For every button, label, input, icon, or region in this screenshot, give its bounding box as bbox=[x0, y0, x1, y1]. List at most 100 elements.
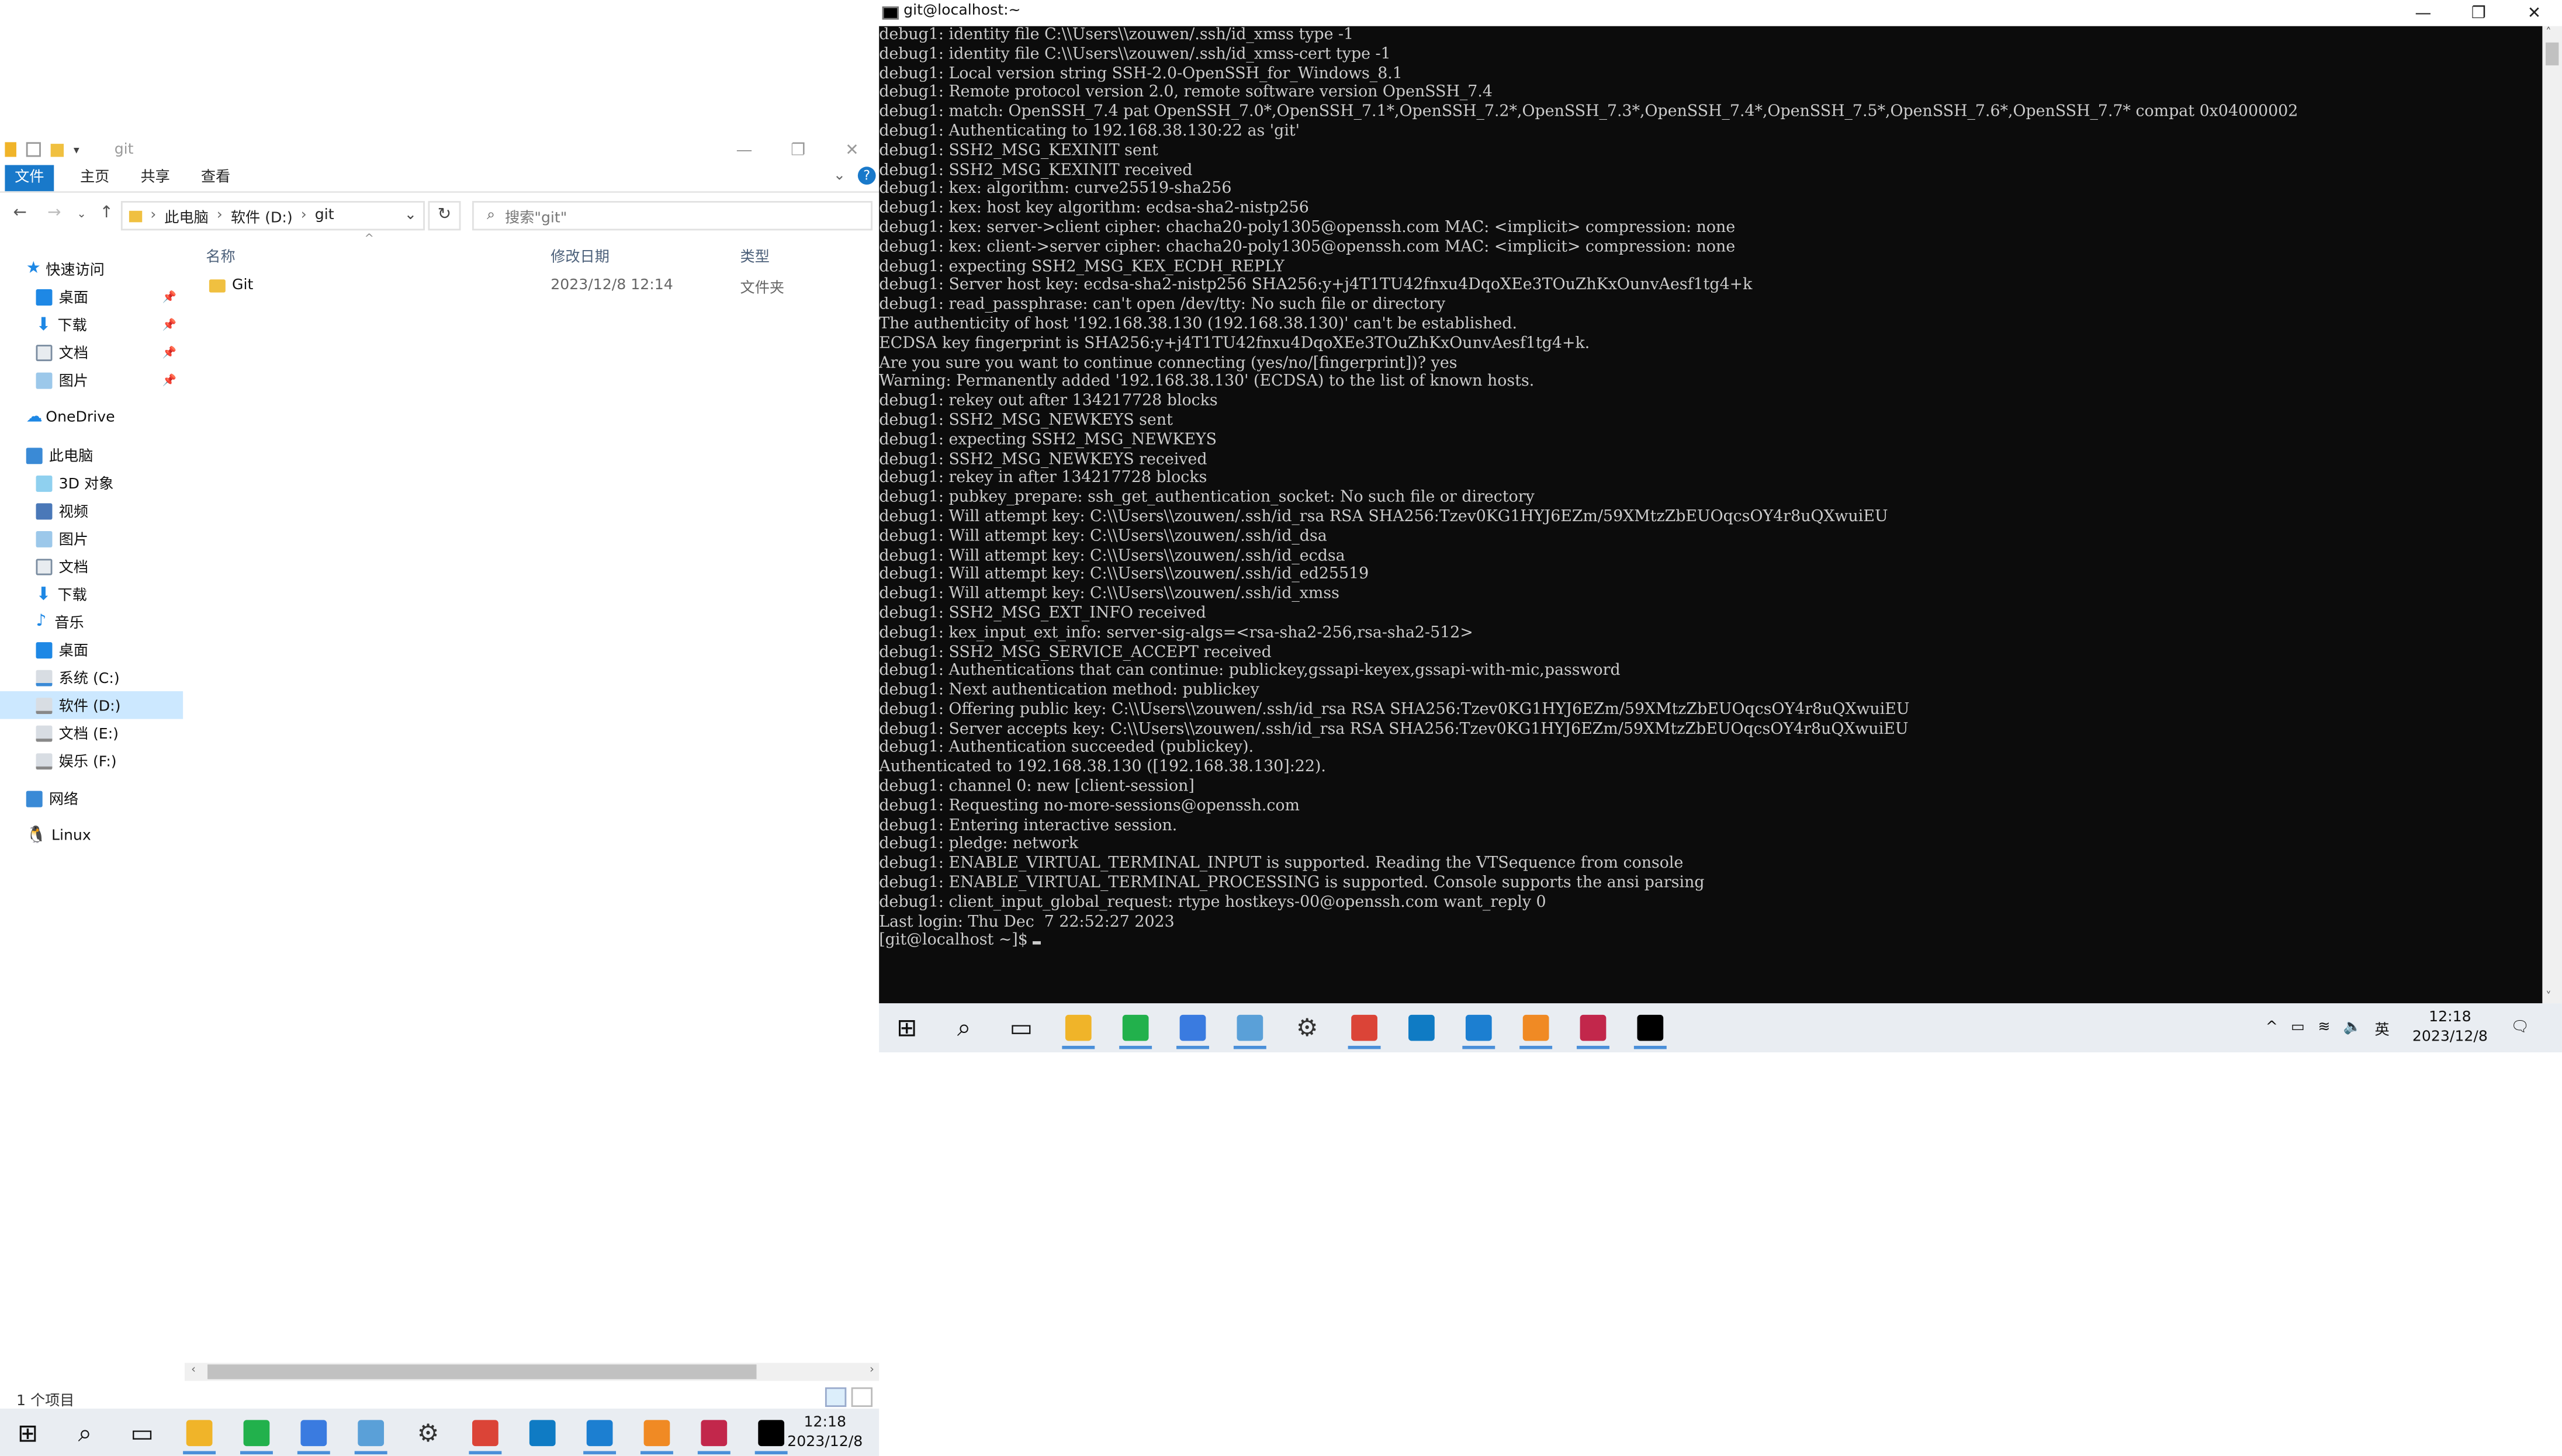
sidebar-item-pictures[interactable]: 图片 📌 bbox=[0, 366, 183, 394]
taskbar-snipping-button[interactable] bbox=[1572, 1010, 1615, 1049]
file-explorer-icon bbox=[186, 1419, 213, 1445]
sidebar-item-drive-e[interactable]: 文档 (E:) bbox=[0, 719, 183, 747]
tab-view[interactable]: 查看 bbox=[191, 165, 240, 191]
tab-share[interactable]: 共享 bbox=[131, 165, 180, 191]
taskbar-virtualbox-button[interactable] bbox=[1515, 1010, 1557, 1049]
close-button[interactable]: ✕ bbox=[825, 137, 879, 165]
scroll-up-icon[interactable]: ˄ bbox=[2546, 26, 2551, 39]
forward-arrow-icon[interactable]: → bbox=[47, 204, 61, 223]
clock[interactable]: 12:18 2023/12/8 bbox=[787, 1413, 863, 1452]
taskbar-wechat-button[interactable] bbox=[236, 1415, 278, 1454]
breadcrumb-git[interactable]: git bbox=[315, 207, 334, 224]
sidebar-item-onedrive[interactable]: ☁ OneDrive bbox=[0, 404, 183, 432]
help-icon[interactable]: ? bbox=[857, 167, 876, 185]
sidebar-item-this-pc[interactable]: 此电脑 bbox=[0, 441, 183, 469]
chevron-down-icon[interactable]: ⌄ bbox=[404, 207, 417, 224]
sidebar-item-network[interactable]: 网络 bbox=[0, 784, 183, 812]
taskbar-task-view-button[interactable]: ▭ bbox=[1000, 1010, 1043, 1046]
file-row[interactable]: Git 2023/12/8 12:14 文件夹 bbox=[185, 271, 879, 300]
properties-icon[interactable] bbox=[26, 142, 41, 157]
taskbar-terminal-button[interactable] bbox=[1629, 1010, 1672, 1049]
restore-button[interactable]: ❐ bbox=[2451, 0, 2506, 26]
taskbar-task-view-button[interactable]: ▭ bbox=[121, 1415, 164, 1451]
chevron-down-icon[interactable]: ⌄ bbox=[833, 168, 846, 185]
taskbar-baidu-netdisk-button[interactable] bbox=[292, 1415, 335, 1454]
volume-icon[interactable]: 🔈 bbox=[2343, 1020, 2362, 1036]
sidebar-item-music[interactable]: ♪ 音乐 bbox=[0, 608, 183, 636]
column-header-name[interactable]: 名称 bbox=[206, 245, 235, 266]
new-folder-icon[interactable] bbox=[50, 143, 64, 157]
search-input[interactable]: ⌕ 搜索"git" bbox=[472, 201, 873, 231]
taskbar-chrome-button[interactable] bbox=[464, 1415, 507, 1454]
sidebar-item-drive-f[interactable]: 娱乐 (F:) bbox=[0, 747, 183, 775]
taskbar-settings-button[interactable]: ⚙ bbox=[1286, 1010, 1328, 1046]
chevron-up-icon[interactable]: ^ bbox=[2266, 1020, 2278, 1036]
sidebar-item-desktop[interactable]: 桌面 bbox=[0, 636, 183, 664]
sidebar-item-pictures[interactable]: 图片 bbox=[0, 525, 183, 553]
taskbar-snipping-button[interactable] bbox=[693, 1415, 735, 1454]
sidebar-item-documents[interactable]: 文档 bbox=[0, 552, 183, 580]
minimize-button[interactable]: — bbox=[2395, 0, 2451, 26]
scrollbar-thumb[interactable] bbox=[2546, 42, 2559, 65]
scroll-left-icon[interactable]: ‹ bbox=[191, 1363, 196, 1376]
breadcrumb-drive-d[interactable]: 软件 (D:) bbox=[231, 205, 293, 226]
taskbar-remote-desktop-button[interactable] bbox=[349, 1415, 392, 1454]
taskbar-start-button[interactable]: ⊞ bbox=[6, 1415, 49, 1451]
ime-indicator[interactable]: 英 bbox=[2375, 1017, 2390, 1038]
sidebar-item-3d-objects[interactable]: 3D 对象 bbox=[0, 469, 183, 497]
taskbar-baidu-netdisk-button[interactable] bbox=[1172, 1010, 1214, 1049]
sidebar-item-drive-c[interactable]: 系统 (C:) bbox=[0, 664, 183, 692]
taskbar-search-button[interactable]: ⌕ bbox=[943, 1010, 985, 1046]
back-arrow-icon[interactable]: ← bbox=[13, 204, 26, 223]
taskbar-settings-button[interactable]: ⚙ bbox=[407, 1415, 449, 1451]
battery-icon[interactable]: ▭ bbox=[2291, 1020, 2305, 1036]
taskbar-vscode-button[interactable] bbox=[1457, 1010, 1500, 1049]
sidebar-item-drive-d[interactable]: 软件 (D:) bbox=[0, 691, 184, 719]
taskbar-start-button[interactable]: ⊞ bbox=[885, 1010, 928, 1046]
details-view-icon[interactable] bbox=[825, 1387, 847, 1408]
scroll-right-icon[interactable]: › bbox=[870, 1363, 874, 1376]
sidebar-item-linux[interactable]: 🐧 Linux bbox=[0, 822, 183, 850]
large-icons-view-icon[interactable] bbox=[851, 1387, 873, 1408]
minimize-button[interactable]: — bbox=[717, 137, 771, 165]
taskbar-edge-button[interactable] bbox=[1400, 1010, 1443, 1046]
tab-home[interactable]: 主页 bbox=[70, 165, 119, 191]
recent-locations-icon[interactable]: ⌄ bbox=[77, 207, 86, 220]
scroll-down-icon[interactable]: ˅ bbox=[2546, 990, 2551, 1003]
horizontal-scrollbar[interactable]: ‹ › bbox=[184, 1363, 880, 1381]
taskbar-remote-desktop-button[interactable] bbox=[1229, 1010, 1272, 1049]
taskbar-file-explorer-button[interactable] bbox=[1057, 1010, 1100, 1049]
sidebar-item-desktop[interactable]: 桌面 📌 bbox=[0, 283, 183, 311]
sidebar-item-videos[interactable]: 视频 bbox=[0, 497, 183, 525]
taskbar-chrome-button[interactable] bbox=[1343, 1010, 1386, 1049]
taskbar-search-button[interactable]: ⌕ bbox=[64, 1415, 106, 1451]
task-view-icon: ▭ bbox=[1009, 1013, 1033, 1043]
sidebar-item-downloads[interactable]: ⬇ 下载 📌 bbox=[0, 310, 183, 338]
task-view-icon: ▭ bbox=[130, 1417, 154, 1447]
refresh-button[interactable]: ↻ bbox=[428, 201, 461, 231]
wifi-icon[interactable]: ≋ bbox=[2318, 1020, 2330, 1036]
address-bar[interactable]: › 此电脑 › 软件 (D:) › git ⌄ bbox=[120, 201, 425, 231]
sidebar-item-downloads[interactable]: ⬇ 下载 bbox=[0, 580, 183, 608]
breadcrumb-this-pc[interactable]: 此电脑 bbox=[164, 205, 209, 226]
clock[interactable]: 12:18 2023/12/8 bbox=[2412, 1008, 2488, 1048]
up-arrow-icon[interactable]: ↑ bbox=[100, 204, 113, 223]
taskbar-virtualbox-button[interactable] bbox=[636, 1415, 678, 1454]
taskbar-wechat-button[interactable] bbox=[1114, 1010, 1157, 1049]
terminal-text: debug1: identity file C:\\Users\\zouwen/… bbox=[879, 26, 2298, 952]
close-button[interactable]: ✕ bbox=[2506, 0, 2562, 26]
restore-button[interactable]: ❐ bbox=[771, 137, 825, 165]
column-header-type[interactable]: 类型 bbox=[740, 245, 770, 266]
taskbar-file-explorer-button[interactable] bbox=[178, 1415, 221, 1454]
taskbar-edge-button[interactable] bbox=[521, 1415, 564, 1451]
vertical-scrollbar[interactable]: ˄ ˅ bbox=[2542, 26, 2562, 1004]
taskbar-vscode-button[interactable] bbox=[579, 1415, 621, 1454]
terminal-output[interactable]: debug1: identity file C:\\Users\\zouwen/… bbox=[879, 26, 2543, 1004]
notification-icon[interactable]: 🗨 bbox=[2511, 1020, 2529, 1036]
chevron-down-icon[interactable]: ▾ bbox=[74, 143, 79, 156]
tab-file[interactable]: 文件 bbox=[5, 165, 54, 192]
sidebar-item-quick-access[interactable]: ★ 快速访问 bbox=[0, 255, 183, 283]
sidebar-item-documents[interactable]: 文档 📌 bbox=[0, 338, 183, 366]
scrollbar-thumb[interactable] bbox=[207, 1364, 757, 1379]
column-header-date[interactable]: 修改日期 bbox=[551, 245, 610, 266]
